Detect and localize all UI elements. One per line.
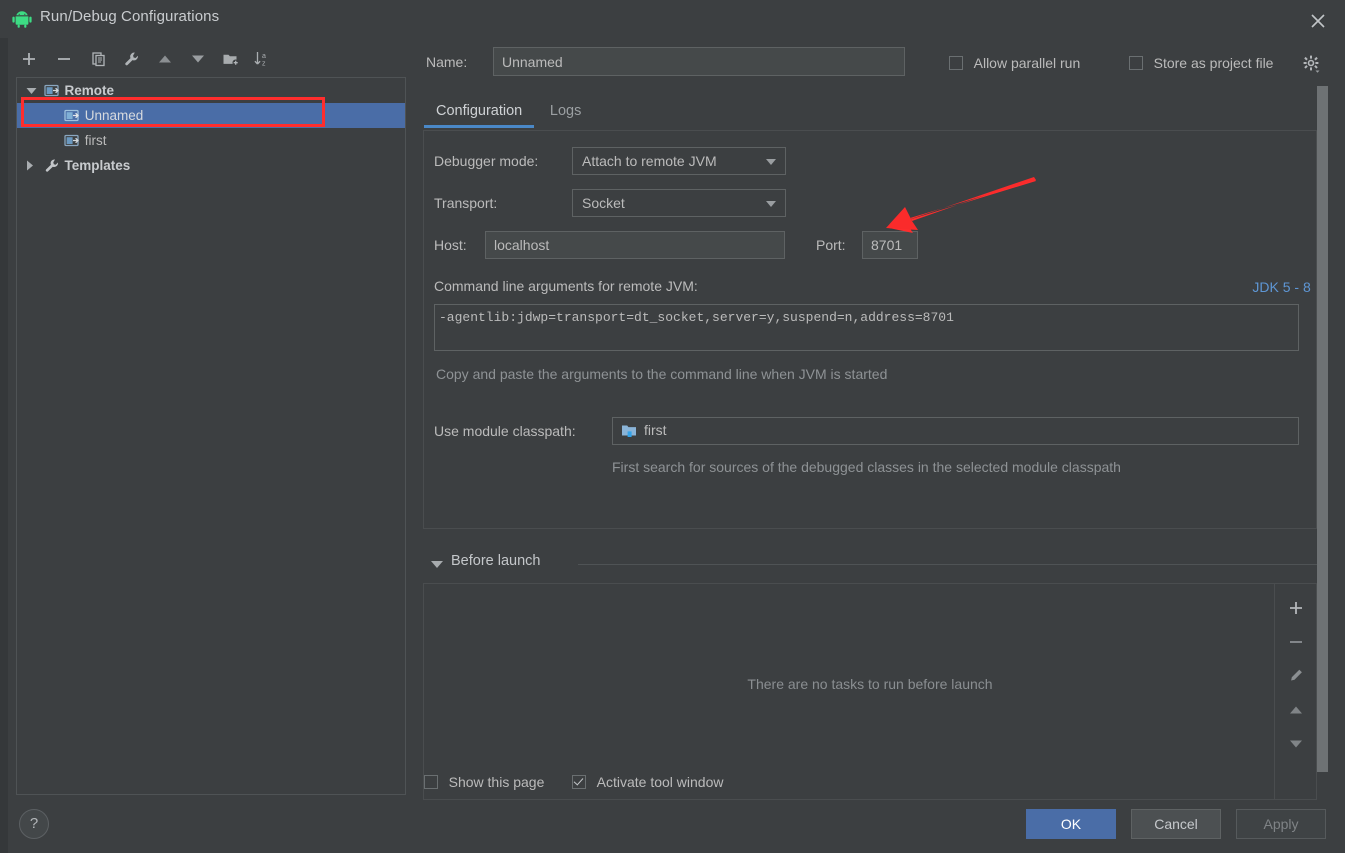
checkbox-box — [424, 775, 438, 789]
module-classpath-hint: First search for sources of the debugged… — [612, 459, 1121, 475]
vertical-scrollbar[interactable] — [1317, 86, 1328, 772]
before-launch-empty-message: There are no tasks to run before launch — [747, 676, 993, 692]
svg-text:a: a — [262, 53, 266, 60]
transport-label: Transport: — [434, 195, 498, 211]
remote-debug-icon — [43, 78, 61, 103]
module-classpath-value: first — [644, 422, 667, 438]
run-debug-configurations-dialog: Run/Debug Configurations a z Remote Unna… — [0, 0, 1345, 853]
remove-configuration-button[interactable] — [49, 44, 79, 74]
close-icon[interactable] — [1301, 6, 1335, 34]
tab-logs[interactable]: Logs — [538, 96, 593, 128]
checkbox-box — [1129, 56, 1143, 70]
checkbox-box — [572, 775, 586, 789]
remove-task-button[interactable] — [1280, 626, 1312, 658]
move-up-button[interactable] — [150, 44, 180, 74]
tree-node-label: Unnamed — [84, 108, 144, 123]
tree-node-unnamed[interactable]: Unnamed — [17, 103, 405, 128]
cancel-button[interactable]: Cancel — [1131, 809, 1221, 839]
tree-node-label: Remote — [64, 83, 115, 98]
android-robot-icon — [12, 10, 32, 28]
jdk-version-link[interactable]: JDK 5 - 8⌄ — [1252, 279, 1325, 295]
show-this-page-label: Show this page — [448, 774, 545, 790]
title-bar: Run/Debug Configurations — [0, 0, 1345, 38]
module-icon — [621, 423, 638, 440]
tree-node-remote[interactable]: Remote — [17, 78, 405, 103]
create-folder-button[interactable] — [216, 44, 246, 74]
tree-node-templates[interactable]: Templates — [17, 153, 405, 178]
gear-icon[interactable] — [1302, 55, 1322, 75]
jdk-version-label: JDK 5 - 8 — [1252, 279, 1311, 295]
port-input[interactable] — [862, 231, 918, 259]
chevron-down-icon — [766, 201, 776, 207]
command-line-args-value: -agentlib:jdwp=transport=dt_socket,serve… — [439, 310, 954, 325]
configurations-toolbar: a z — [14, 44, 406, 74]
transport-value: Socket — [582, 195, 625, 211]
svg-text:z: z — [262, 61, 266, 68]
configurations-tree[interactable]: Remote Unnamed first Templates — [16, 77, 406, 795]
host-label: Host: — [434, 237, 467, 253]
configuration-pane: Name: Allow parallel run Store as projec… — [415, 38, 1345, 800]
edit-templates-button[interactable] — [117, 44, 147, 74]
move-down-button[interactable] — [183, 44, 213, 74]
apply-button[interactable]: Apply — [1236, 809, 1326, 839]
command-line-args-box[interactable]: -agentlib:jdwp=transport=dt_socket,serve… — [434, 304, 1299, 351]
before-launch-divider — [578, 564, 1317, 565]
port-label: Port: — [816, 237, 846, 253]
activate-tool-window-label: Activate tool window — [596, 774, 724, 790]
edit-task-button[interactable] — [1280, 660, 1312, 692]
before-launch-title: Before launch — [451, 553, 549, 569]
allow-parallel-run-checkbox[interactable]: Allow parallel run — [949, 55, 1080, 75]
chevron-down-icon[interactable] — [431, 561, 443, 568]
tab-bar: Configuration Logs — [424, 96, 593, 130]
allow-parallel-run-label: Allow parallel run — [973, 55, 1081, 71]
before-launch-header: Before launch — [423, 553, 1317, 576]
remote-debug-icon — [63, 128, 81, 153]
ok-button[interactable]: OK — [1026, 809, 1116, 839]
add-configuration-button[interactable] — [14, 44, 44, 74]
remote-debug-icon — [63, 103, 81, 128]
debugger-mode-select[interactable]: Attach to remote JVM — [572, 147, 786, 175]
debugger-mode-label: Debugger mode: — [434, 153, 539, 169]
window-edge-strip — [0, 0, 8, 853]
command-line-args-label: Command line arguments for remote JVM: — [434, 278, 698, 294]
transport-select[interactable]: Socket — [572, 189, 786, 217]
wrench-icon — [43, 153, 61, 178]
debugger-mode-value: Attach to remote JVM — [582, 153, 717, 169]
before-launch-tasks-list[interactable]: There are no tasks to run before launch — [423, 583, 1317, 800]
name-input[interactable] — [493, 47, 905, 76]
tab-configuration[interactable]: Configuration — [424, 96, 535, 128]
tree-node-first[interactable]: first — [17, 128, 405, 153]
name-label: Name: — [426, 54, 468, 70]
host-input[interactable] — [485, 231, 785, 259]
module-classpath-label: Use module classpath: — [434, 423, 576, 439]
move-task-up-button[interactable] — [1280, 694, 1312, 726]
copy-configuration-button[interactable] — [84, 44, 114, 74]
help-button[interactable]: ? — [19, 809, 49, 839]
store-as-project-file-label: Store as project file — [1153, 55, 1274, 71]
command-line-args-hint: Copy and paste the arguments to the comm… — [436, 366, 888, 382]
chevron-down-icon — [766, 159, 776, 165]
chevron-right-icon[interactable] — [23, 153, 39, 178]
tree-node-label: first — [84, 133, 107, 148]
sort-configurations-button[interactable]: a z — [247, 44, 277, 74]
checkbox-box — [949, 56, 963, 70]
window-title: Run/Debug Configurations — [40, 8, 220, 25]
module-classpath-select[interactable]: first — [612, 417, 1299, 445]
move-task-down-button[interactable] — [1280, 728, 1312, 760]
before-launch-actions — [1274, 584, 1316, 799]
show-this-page-checkbox[interactable]: Show this page — [424, 774, 544, 794]
activate-tool-window-checkbox[interactable]: Activate tool window — [572, 774, 723, 794]
tree-node-label: Templates — [64, 158, 131, 173]
add-task-button[interactable] — [1280, 592, 1312, 624]
store-as-project-file-checkbox[interactable]: Store as project file — [1129, 55, 1273, 75]
chevron-down-icon[interactable] — [23, 78, 39, 103]
